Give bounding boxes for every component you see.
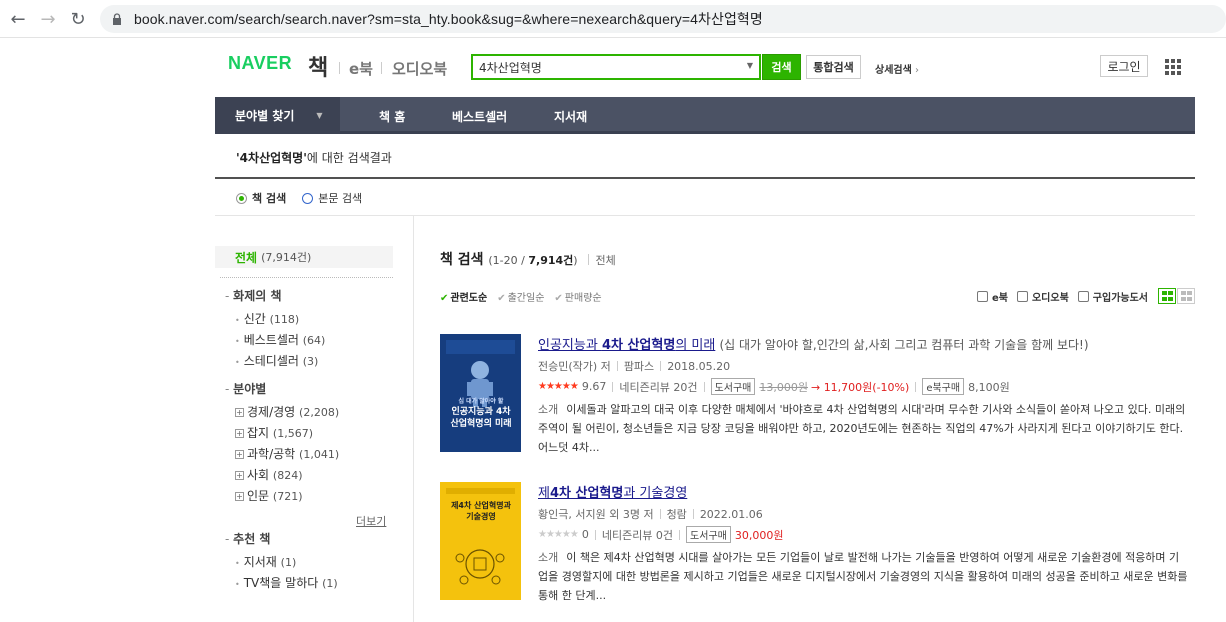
review-link[interactable]: 네티즌리뷰 0건 [602,527,673,543]
back-arrow-icon[interactable]: ← [2,3,34,35]
review-link[interactable]: 네티즌리뷰 20건 [619,379,697,395]
audiobook-link[interactable]: 오디오북 [392,58,447,79]
checkbox-available[interactable] [1077,290,1089,302]
sidebar-more-link[interactable]: 더보기 [356,513,386,529]
divider [220,277,393,278]
search-result-heading: '4차산업혁명'에 대한 검색결과 [236,151,392,165]
book-service-logo[interactable]: 책 [308,50,328,82]
main-nav: 분야별 찾기 ▼ 책 홈 베스트셀러 지서재 [215,97,1195,134]
grid-view-icon[interactable] [1177,288,1195,304]
search-box: ▼ [471,54,761,80]
login-button[interactable]: 로그인 [1100,55,1148,77]
expand-plus-icon: + [235,408,244,417]
category-sidebar: 전체(7,914건) 화제의 책 •신간 (118) •베스트셀러 (64) •… [215,216,414,622]
address-bar[interactable]: book.naver.com/search/search.naver?sm=st… [100,5,1226,33]
sort-relevance[interactable]: ✔ 관련도순 [440,289,487,304]
book-price-row: ★★★★★ 0 네티즌리뷰 0건 도서구매 30,000원 [538,526,784,543]
search-button[interactable]: 검색 [762,54,801,80]
nav-item-library[interactable]: 지서재 [554,108,587,125]
nav-item-book-home[interactable]: 책 홈 [379,108,405,125]
category-menu-button[interactable]: 분야별 찾기 ▼ [215,97,340,134]
expand-plus-icon: + [235,429,244,438]
sidebar-item-magazine[interactable]: + 잡지 (1,567) [235,424,313,441]
sidebar-item-steadyseller[interactable]: • 스테디셀러 (3) [235,352,318,369]
advanced-search-link[interactable]: 상세검색 › [875,61,919,76]
divider [215,177,1195,179]
sort-sales[interactable]: ✔ 판매량순 [554,289,601,304]
sidebar-item-humanities[interactable]: + 인문 (721) [235,487,303,504]
result-filters: e북 오디오북 구입가능도서 [977,288,1195,304]
book-title-link[interactable]: 인공지능과 4차 산업혁명의 미래 [538,338,715,353]
check-icon: ✔ [440,293,449,304]
checkbox-ebook[interactable] [977,290,988,302]
star-rating: ★★★★★ [538,529,579,540]
radio-book-search[interactable] [236,192,247,204]
book-cover[interactable]: 제4차 산업혁명과 기술경영 [440,482,521,600]
expand-plus-icon: + [235,492,244,501]
filter-all-link[interactable]: 전체 [595,254,615,267]
apps-grid-icon[interactable] [1165,59,1181,75]
header-divider [339,62,340,74]
buy-book-button[interactable]: 도서구매 [686,526,731,543]
header-divider [381,62,382,74]
list-view-icon[interactable] [1158,288,1176,304]
sidebar-item-science[interactable]: + 과학/공학 (1,041) [235,445,339,462]
search-results: 책 검색 (1-20 / 7,914건) 전체 ✔ 관련도순 ✔ 출간일순 ✔ 판매량… [440,216,1195,622]
buy-ebook-button[interactable]: e북구매 [922,378,965,395]
sort-date[interactable]: ✔ 출간일순 [497,289,544,304]
results-title: 책 검색 (1-20 / 7,914건) 전체 [440,252,616,268]
expand-plus-icon: + [235,471,244,480]
nav-item-bestseller[interactable]: 베스트셀러 [452,108,507,125]
forward-arrow-icon[interactable]: → [32,3,64,35]
book-title: 인공지능과 4차 산업혁명의 미래 (십 대가 알아야 할,인간의 삶,사회 그… [538,338,1089,353]
sidebar-item-society[interactable]: + 사회 (824) [235,466,303,483]
sidebar-item-library[interactable]: • 지서재 (1) [235,553,296,570]
book-description: 소개 이세돌과 알파고의 대국 이후 다양한 매체에서 '바야흐로 4차 산업혁명… [538,403,1186,454]
sidebar-item-new[interactable]: • 신간 (118) [235,310,299,327]
ebook-link[interactable]: e북 [349,58,373,79]
list-item: 제4차 산업혁명과 기술경영 제4차 산업혁명과 기술경영 황인극, 서지원 외… [440,482,1195,622]
browser-toolbar: ← → ↻ book.naver.com/search/search.naver… [0,0,1226,38]
sidebar-item-bestseller[interactable]: • 베스트셀러 (64) [235,331,325,348]
lock-icon [112,13,124,25]
check-icon: ✔ [554,293,563,304]
sidebar-item-tv-book[interactable]: • TV책을 말하다 (1) [235,574,338,591]
sidebar-group-title: 화제의 책 [225,287,281,304]
search-input[interactable] [479,60,739,74]
expand-plus-icon: + [235,450,244,459]
book-price-row: ★★★★★ 9.67 네티즌리뷰 20건 도서구매 13,000원 → 11,7… [538,378,1010,395]
radio-text-search[interactable] [302,192,314,204]
check-icon: ✔ [497,293,506,304]
chevron-down-icon: ▼ [316,111,323,120]
sidebar-item-economy[interactable]: + 경제/경영 (2,208) [235,403,339,420]
sort-options: ✔ 관련도순 ✔ 출간일순 ✔ 판매량순 [440,289,612,304]
sidebar-item-all[interactable]: 전체 (7,914건) [215,246,393,268]
book-meta: 황인극, 서지원 외 3명 저 청람 2022.01.06 [538,508,763,521]
sidebar-group-title: 분야별 [225,380,266,397]
sidebar-group-title: 추천 책 [225,530,270,547]
integrated-search-button[interactable]: 통합검색 [806,55,861,79]
book-description: 소개 이 책은 제4차 산업혁명 시대를 살아가는 모든 기업들이 날로 발전해 … [538,551,1188,602]
book-cover[interactable]: 십 대가 알아야 할 인공지능과 4차 산업혁명의 미래 [440,334,521,452]
site-header: NAVER 책 e북 오디오북 ▼ 검색 통합검색 상세검색 › 로그인 [215,38,1195,96]
reload-icon[interactable]: ↻ [62,3,94,35]
chevron-right-icon: › [911,65,919,76]
chevron-down-icon[interactable]: ▼ [747,61,753,70]
book-title: 제4차 산업혁명과 기술경영 [538,482,687,501]
book-title-link[interactable]: 제4차 산업혁명과 기술경영 [538,486,687,501]
search-type-radios: 책 검색 본문 검색 [236,190,378,206]
checkbox-audiobook[interactable] [1016,290,1028,302]
book-meta: 전승민(작가) 저 팜파스 2018.05.20 [538,360,731,373]
buy-book-button[interactable]: 도서구매 [710,378,756,395]
url-text: book.naver.com/search/search.naver?sm=st… [134,11,763,27]
naver-logo[interactable]: NAVER [228,53,292,74]
star-rating: ★★★★★ [538,381,579,392]
list-item: 십 대가 알아야 할 인공지능과 4차 산업혁명의 미래 인공지능과 4차 산업… [440,334,1195,474]
